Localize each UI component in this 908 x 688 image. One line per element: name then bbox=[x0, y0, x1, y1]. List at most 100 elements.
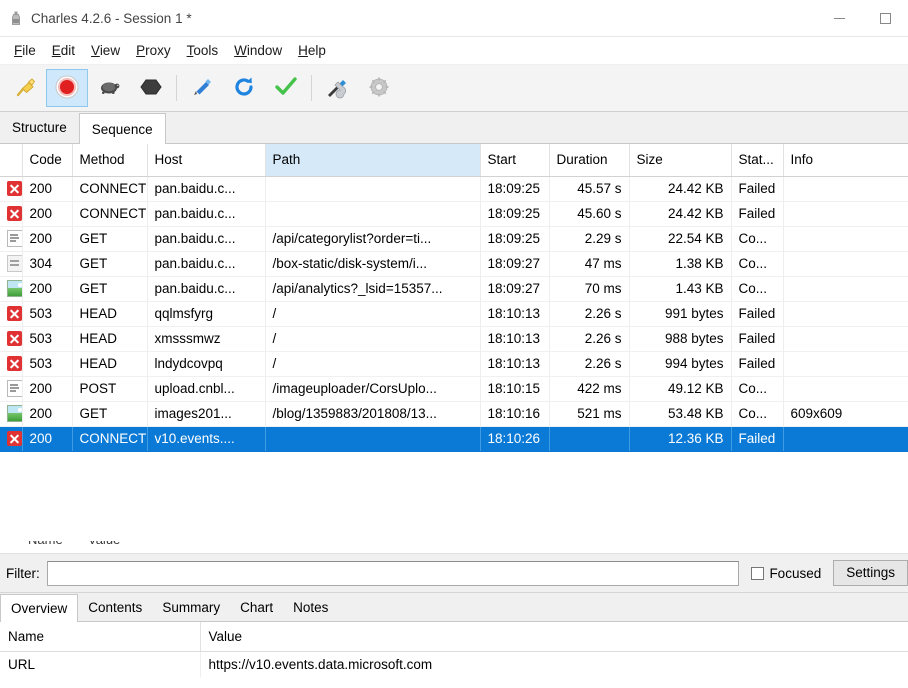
cell-status: Co... bbox=[731, 251, 784, 277]
cell-path: / bbox=[265, 326, 481, 352]
minimize-button[interactable] bbox=[816, 0, 862, 36]
table-row[interactable]: 200 GET pan.baidu.c.../api/categorylist?or… bbox=[0, 226, 908, 252]
filter-settings-button[interactable]: Settings bbox=[833, 560, 908, 586]
cell-start: 18:09:27 bbox=[480, 251, 550, 277]
tab-sequence[interactable]: Sequence bbox=[78, 113, 166, 144]
cell-status: Failed bbox=[731, 201, 784, 227]
toolbar-separator-2 bbox=[311, 75, 312, 101]
cell-size: 994 bytes bbox=[629, 351, 732, 377]
cell-host: v10.events.... bbox=[147, 426, 266, 452]
table-row[interactable]: 503 HEAD qqlmsfyrg/18:10:13 2.26 s 991 bytes… bbox=[0, 301, 908, 327]
cell-size: 53.48 KB bbox=[629, 401, 732, 427]
table-row[interactable]: 200 CONNECT pan.baidu.c... 18:09:25 45.57 s2… bbox=[0, 176, 908, 202]
cell-host: upload.cnbl... bbox=[147, 376, 266, 402]
detail-col-value[interactable]: Value bbox=[200, 622, 908, 652]
table-row[interactable]: 200 CONNECT pan.baidu.c... 18:09:25 45.60 s2… bbox=[0, 201, 908, 227]
row-status-icon-cell bbox=[0, 301, 23, 327]
table-row[interactable]: 200 GET pan.baidu.c.../api/analytics?_lsid… bbox=[0, 276, 908, 302]
cell-code: 200 bbox=[22, 201, 73, 227]
validate-button[interactable] bbox=[265, 69, 307, 107]
focused-checkbox[interactable] bbox=[751, 566, 765, 580]
breakpoints-button[interactable] bbox=[130, 69, 172, 107]
detail-col-name[interactable]: Name bbox=[0, 622, 201, 652]
maximize-icon bbox=[879, 12, 891, 24]
failed-icon bbox=[7, 356, 21, 372]
requests-table-container[interactable]: Code Method Host Path Start Duration Siz… bbox=[0, 144, 908, 541]
row-status-icon-cell bbox=[0, 226, 23, 252]
cell-start: 18:09:25 bbox=[480, 176, 550, 202]
throttle-button[interactable] bbox=[88, 69, 130, 107]
cell-status: Failed bbox=[731, 176, 784, 202]
cell-duration: 521 ms bbox=[549, 401, 630, 427]
table-row[interactable]: 503 HEAD xmsssmwz/18:10:13 2.26 s 988 bytes F… bbox=[0, 326, 908, 352]
green-check-icon bbox=[273, 74, 299, 103]
clear-session-button[interactable] bbox=[4, 69, 46, 107]
tab-contents[interactable]: Contents bbox=[78, 594, 153, 621]
window-title: Charles 4.2.6 - Session 1 * bbox=[31, 10, 192, 26]
gear-settings-button[interactable] bbox=[358, 69, 400, 107]
menu-proxy[interactable]: Proxy bbox=[128, 40, 179, 61]
table-row[interactable]: 200 POST upload.cnbl.../imageuploader/Cors… bbox=[0, 376, 908, 402]
cell-duration bbox=[549, 426, 630, 452]
tab-structure[interactable]: Structure bbox=[0, 113, 79, 143]
compose-button[interactable] bbox=[181, 69, 223, 107]
menu-edit[interactable]: Edit bbox=[44, 40, 83, 61]
menu-file[interactable]: File bbox=[6, 40, 44, 61]
cell-host: qqlmsfyrg bbox=[147, 301, 266, 327]
clipped-name-label: Name bbox=[28, 541, 63, 547]
cell-duration: 45.57 s bbox=[549, 176, 630, 202]
detail-header-row: Name Value bbox=[0, 622, 908, 652]
cell-code: 200 bbox=[22, 426, 73, 452]
cell-host: pan.baidu.c... bbox=[147, 276, 266, 302]
col-header-status[interactable]: Stat... bbox=[731, 144, 784, 177]
repeat-button[interactable] bbox=[223, 69, 265, 107]
filter-input[interactable] bbox=[46, 560, 740, 586]
detail-row[interactable]: URL https://v10.events.data.microsoft.co… bbox=[0, 651, 908, 677]
focused-checkbox-group[interactable]: Focused bbox=[751, 566, 821, 581]
detail-row-value: https://v10.events.data.microsoft.com bbox=[200, 651, 908, 677]
cell-path: /blog/1359883/201808/13... bbox=[265, 401, 481, 427]
cell-path: /box-static/disk-system/i... bbox=[265, 251, 481, 277]
table-row[interactable]: 200 CONNECT v10.events.... 18:10:26 12.36 KB… bbox=[0, 426, 908, 452]
table-row[interactable]: 503 HEAD lndydcovpq/18:10:13 2.26 s 994 byte… bbox=[0, 351, 908, 377]
cell-method: GET bbox=[72, 226, 148, 252]
cell-info bbox=[783, 376, 908, 402]
col-header-start[interactable]: Start bbox=[480, 144, 550, 177]
minimize-icon bbox=[833, 17, 845, 19]
record-button[interactable] bbox=[46, 69, 88, 107]
requests-body: 200 CONNECT pan.baidu.c... 18:09:25 45.57 s2… bbox=[0, 176, 908, 452]
tools-button[interactable] bbox=[316, 69, 358, 107]
tab-summary[interactable]: Summary bbox=[152, 594, 231, 621]
menu-window[interactable]: Window bbox=[226, 40, 290, 61]
maximize-button[interactable] bbox=[862, 0, 908, 36]
cell-size: 24.42 KB bbox=[629, 176, 732, 202]
tab-chart[interactable]: Chart bbox=[230, 594, 284, 621]
col-header-host[interactable]: Host bbox=[147, 144, 266, 177]
col-header-method[interactable]: Method bbox=[72, 144, 148, 177]
col-header-path[interactable]: Path bbox=[265, 144, 481, 177]
menu-tools-label-rest: ools bbox=[193, 43, 219, 58]
table-row[interactable]: 304 GET pan.baidu.c.../box-static/disk-sys… bbox=[0, 251, 908, 277]
menu-bar: File Edit View Proxy Tools Window Help bbox=[0, 37, 908, 65]
menu-view[interactable]: View bbox=[83, 40, 128, 61]
col-header-icon bbox=[0, 144, 23, 177]
col-header-code[interactable]: Code bbox=[22, 144, 73, 177]
col-header-duration[interactable]: Duration bbox=[549, 144, 630, 177]
cell-path bbox=[265, 201, 481, 227]
tab-overview[interactable]: Overview bbox=[0, 594, 79, 622]
cell-duration: 47 ms bbox=[549, 251, 630, 277]
record-circle-icon bbox=[54, 74, 80, 103]
charles-bottle-icon bbox=[8, 10, 24, 26]
cell-duration: 422 ms bbox=[549, 376, 630, 402]
window-controls bbox=[816, 0, 908, 36]
table-row[interactable]: 200 GET images201.../blog/1359883/201808/1… bbox=[0, 401, 908, 427]
title-bar: Charles 4.2.6 - Session 1 * bbox=[0, 0, 908, 37]
menu-help[interactable]: Help bbox=[290, 40, 334, 61]
menu-help-label-rest: elp bbox=[307, 43, 326, 58]
cell-duration: 45.60 s bbox=[549, 201, 630, 227]
col-header-size[interactable]: Size bbox=[629, 144, 732, 177]
col-header-info[interactable]: Info bbox=[783, 144, 908, 177]
menu-tools[interactable]: Tools bbox=[179, 40, 227, 61]
tab-notes[interactable]: Notes bbox=[283, 594, 339, 621]
cell-code: 200 bbox=[22, 176, 73, 202]
